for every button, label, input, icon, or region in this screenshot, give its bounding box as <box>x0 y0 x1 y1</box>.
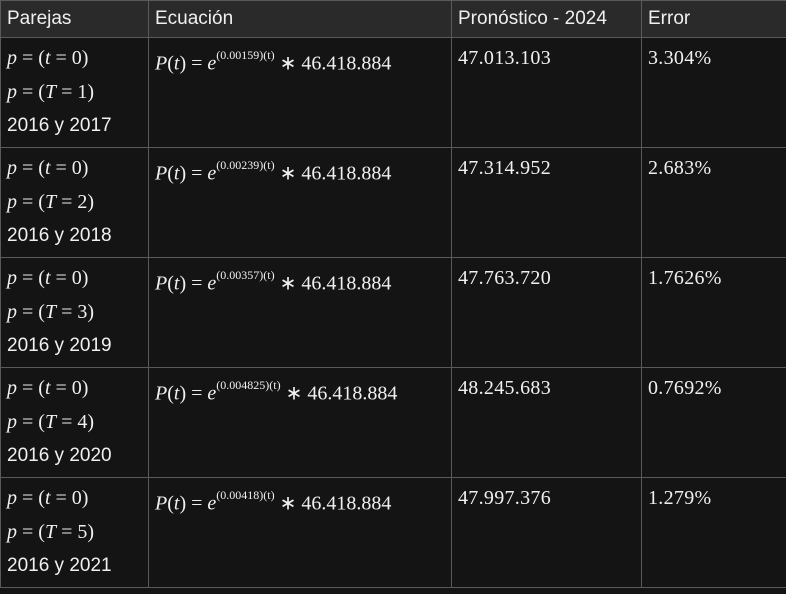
error-value: 2.683% <box>648 157 712 179</box>
equation-exponent: (0.00357)(t) <box>216 268 275 282</box>
table-row: p = (t = 0) p = (T = 3) 2016 y 2019 P(t)… <box>0 257 786 368</box>
header-error: Error <box>641 0 786 38</box>
pair-line-2: p = (T = 5) <box>7 521 95 543</box>
equation-cell: P(t) = e(0.00159)(t) ∗ 46.418.884 <box>148 37 452 148</box>
equation-exponent: (0.004825)(t) <box>216 378 281 392</box>
equation-cell: P(t) = e(0.00239)(t) ∗ 46.418.884 <box>148 147 452 258</box>
equation-base: 46.418.884 <box>301 162 392 185</box>
equation: P(t) = e(0.00357)(t) ∗ 46.418.884 <box>155 268 392 295</box>
pair-years: 2016 y 2020 <box>7 445 112 466</box>
error-value: 1.7626% <box>648 267 722 289</box>
equation-cell: P(t) = e(0.004825)(t) ∗ 46.418.884 <box>148 367 452 478</box>
pair-line-1: p = (t = 0) <box>7 157 89 179</box>
error-value: 3.304% <box>648 47 712 69</box>
forecast-cell: 47.314.952 <box>451 147 642 258</box>
equation: P(t) = e(0.00239)(t) ∗ 46.418.884 <box>155 158 392 185</box>
equation-cell: P(t) = e(0.00418)(t) ∗ 46.418.884 <box>148 477 452 588</box>
pair-line-1: p = (t = 0) <box>7 487 89 509</box>
equation-exponent: (0.00239)(t) <box>216 158 275 172</box>
forecast-cell: 47.013.103 <box>451 37 642 148</box>
pair-line-2: p = (T = 2) <box>7 191 95 213</box>
pair-years: 2016 y 2018 <box>7 225 112 246</box>
forecast-value: 47.314.952 <box>458 157 551 179</box>
error-cell: 1.7626% <box>641 257 786 368</box>
error-cell: 3.304% <box>641 37 786 148</box>
forecast-cell: 47.763.720 <box>451 257 642 368</box>
error-cell: 1.279% <box>641 477 786 588</box>
pair-years: 2016 y 2021 <box>7 555 112 576</box>
equation: P(t) = e(0.004825)(t) ∗ 46.418.884 <box>155 378 398 405</box>
equation-base: 46.418.884 <box>301 52 392 75</box>
pair-line-2: p = (T = 3) <box>7 301 95 323</box>
pair-cell: p = (t = 0) p = (T = 4) 2016 y 2020 <box>0 367 149 478</box>
pair-years: 2016 y 2017 <box>7 115 112 136</box>
equation-base: 46.418.884 <box>301 492 392 515</box>
table-row: p = (t = 0) p = (T = 1) 2016 y 2017 P(t)… <box>0 37 786 148</box>
pair-line-1: p = (t = 0) <box>7 267 89 289</box>
error-cell: 0.7692% <box>641 367 786 478</box>
table-row: p = (t = 0) p = (T = 2) 2016 y 2018 P(t)… <box>0 147 786 258</box>
table-row: p = (t = 0) p = (T = 5) 2016 y 2021 P(t)… <box>0 477 786 588</box>
forecast-value: 48.245.683 <box>458 377 551 399</box>
equation: P(t) = e(0.00159)(t) ∗ 46.418.884 <box>155 48 392 75</box>
header-ecuacion: Ecuación <box>148 0 452 38</box>
forecast-cell: 48.245.683 <box>451 367 642 478</box>
pair-cell: p = (t = 0) p = (T = 1) 2016 y 2017 <box>0 37 149 148</box>
header-pronostico: Pronóstico - 2024 <box>451 0 642 38</box>
pair-years: 2016 y 2019 <box>7 335 112 356</box>
forecast-value: 47.997.376 <box>458 487 551 509</box>
error-value: 1.279% <box>648 487 712 509</box>
forecast-table: Parejas Ecuación Pronóstico - 2024 Error… <box>0 0 786 588</box>
header-row: Parejas Ecuación Pronóstico - 2024 Error <box>0 0 786 38</box>
forecast-cell: 47.997.376 <box>451 477 642 588</box>
pair-cell: p = (t = 0) p = (T = 5) 2016 y 2021 <box>0 477 149 588</box>
pair-line-1: p = (t = 0) <box>7 47 89 69</box>
pair-line-1: p = (t = 0) <box>7 377 89 399</box>
pair-cell: p = (t = 0) p = (T = 3) 2016 y 2019 <box>0 257 149 368</box>
error-value: 0.7692% <box>648 377 722 399</box>
forecast-value: 47.763.720 <box>458 267 551 289</box>
equation-exponent: (0.00418)(t) <box>216 488 275 502</box>
header-parejas: Parejas <box>0 0 149 38</box>
forecast-value: 47.013.103 <box>458 47 551 69</box>
pair-line-2: p = (T = 4) <box>7 411 95 433</box>
pair-cell: p = (t = 0) p = (T = 2) 2016 y 2018 <box>0 147 149 258</box>
pair-line-2: p = (T = 1) <box>7 81 95 103</box>
equation-cell: P(t) = e(0.00357)(t) ∗ 46.418.884 <box>148 257 452 368</box>
equation-base: 46.418.884 <box>301 272 392 295</box>
equation: P(t) = e(0.00418)(t) ∗ 46.418.884 <box>155 488 392 515</box>
error-cell: 2.683% <box>641 147 786 258</box>
equation-exponent: (0.00159)(t) <box>216 48 275 62</box>
equation-base: 46.418.884 <box>307 382 398 405</box>
table-row: p = (t = 0) p = (T = 4) 2016 y 2020 P(t)… <box>0 367 786 478</box>
